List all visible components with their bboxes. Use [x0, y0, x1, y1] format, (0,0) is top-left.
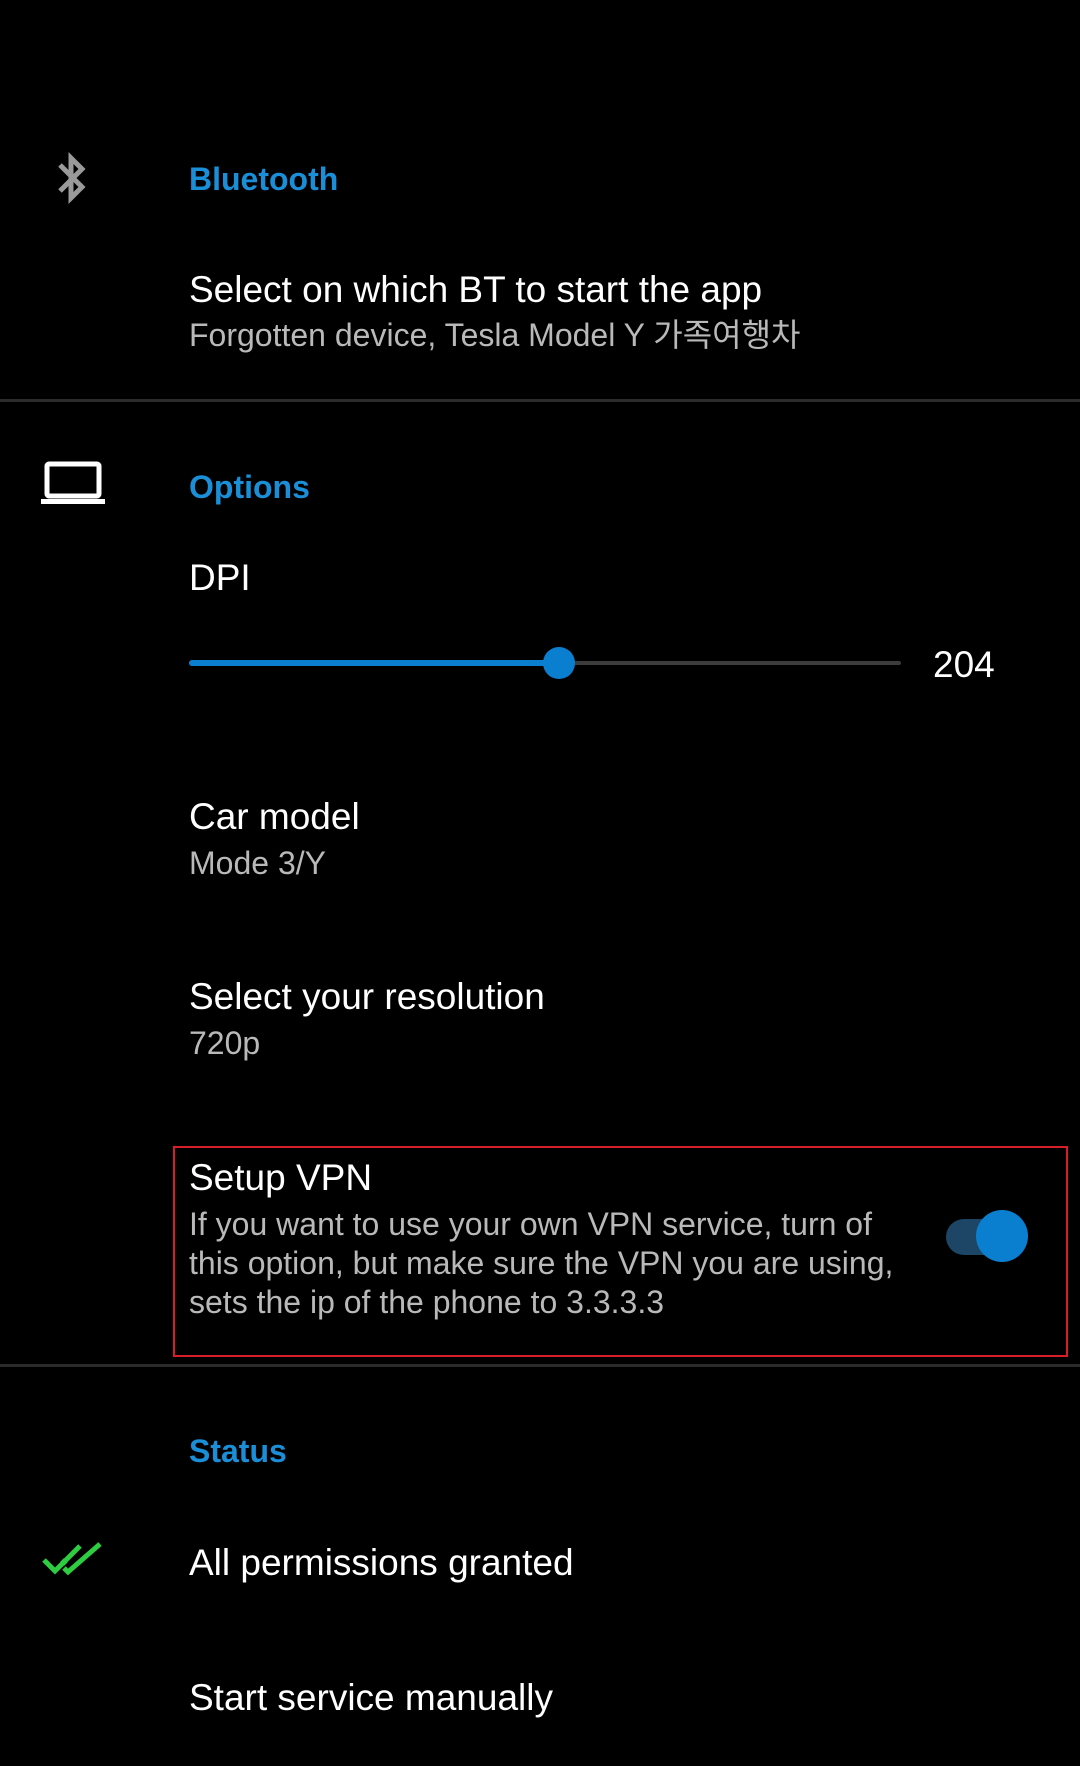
bt-selector-summary: Forgotten device, Tesla Model Y 가족여행차 — [189, 317, 801, 353]
dpi-slider-fill — [189, 660, 560, 666]
vpn-summary: If you want to use your own VPN service,… — [189, 1206, 894, 1320]
bt-device-selector[interactable]: Select on which BT to start the app Forg… — [0, 250, 1080, 370]
dpi-title: DPI — [189, 557, 251, 598]
double-check-icon — [42, 1540, 104, 1580]
section-divider — [0, 399, 1080, 402]
permissions-status[interactable]: All permissions granted — [0, 1510, 1080, 1610]
resolution-title: Select your resolution — [189, 976, 545, 1017]
bluetooth-header: Bluetooth — [189, 161, 339, 197]
vpn-title: Setup VPN — [189, 1157, 373, 1198]
section-divider — [0, 1364, 1080, 1367]
options-header: Options — [189, 469, 310, 505]
bt-selector-title: Select on which BT to start the app — [189, 269, 763, 310]
bluetooth-icon — [52, 150, 92, 206]
dpi-slider-thumb[interactable] — [543, 647, 576, 679]
vpn-toggle-thumb — [976, 1210, 1028, 1262]
start-service-button[interactable]: Start service manually — [0, 1650, 1080, 1750]
permissions-title: All permissions granted — [189, 1542, 574, 1583]
status-header: Status — [189, 1433, 287, 1469]
resolution-setting[interactable]: Select your resolution 720p — [0, 960, 1080, 1090]
start-service-title: Start service manually — [189, 1677, 553, 1718]
car-model-setting[interactable]: Car model Mode 3/Y — [0, 780, 1080, 910]
dpi-value: 204 — [933, 644, 995, 685]
laptop-icon — [40, 460, 106, 506]
resolution-summary: 720p — [189, 1025, 261, 1061]
car-model-title: Car model — [189, 796, 360, 837]
car-model-summary: Mode 3/Y — [189, 845, 326, 881]
